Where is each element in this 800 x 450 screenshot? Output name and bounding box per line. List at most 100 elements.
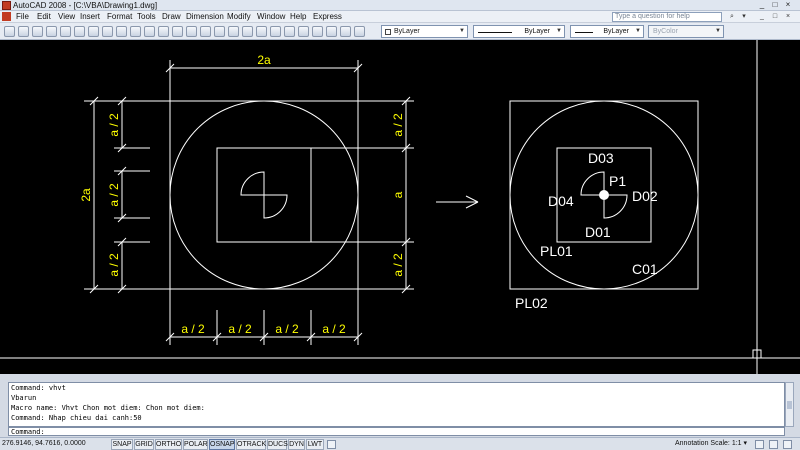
preview-icon[interactable] xyxy=(74,26,85,37)
lineweight-control[interactable]: ByLayer ▼ xyxy=(570,25,644,38)
menu-dimension[interactable]: Dimension xyxy=(186,11,224,23)
save-icon[interactable] xyxy=(46,26,57,37)
zoom-realtime-icon[interactable] xyxy=(200,26,211,37)
label-d04: D04 xyxy=(548,193,574,209)
undo-icon[interactable] xyxy=(158,26,169,37)
properties-icon[interactable] xyxy=(242,26,253,37)
help-search-input[interactable]: Type a question for help xyxy=(612,12,722,22)
command-history-line: Command: vhvt xyxy=(11,384,66,392)
transform-arrow-head xyxy=(465,201,479,209)
color-control[interactable]: ByLayer ▼ xyxy=(381,25,468,38)
dim-right-text-2: a xyxy=(391,191,405,198)
qnew-icon[interactable] xyxy=(18,26,29,37)
command-prompt: Command: xyxy=(11,428,45,436)
plot-style-control[interactable]: ByColor ▼ xyxy=(648,25,724,38)
drawing-svg: 2a 2a a / 2 a / 2 a / 2 a / 2 a a / 2 a … xyxy=(0,40,800,374)
linetype-control[interactable]: ByLayer ▼ xyxy=(473,25,565,38)
redo-icon[interactable] xyxy=(172,26,183,37)
help-icon[interactable] xyxy=(354,26,365,37)
autocad-app-icon[interactable] xyxy=(2,1,11,10)
menu-tools[interactable]: Tools xyxy=(137,11,156,23)
menu-file[interactable]: File xyxy=(16,11,29,23)
doc-close-button[interactable]: × xyxy=(783,12,793,22)
scrollbar-thumb[interactable] xyxy=(787,401,792,409)
lock-icon[interactable] xyxy=(769,440,778,449)
annotation-scale[interactable]: Annotation Scale: 1:1 ▾ xyxy=(675,438,747,450)
clean-screen-icon[interactable] xyxy=(783,440,792,449)
design-center-icon[interactable] xyxy=(256,26,267,37)
new-icon[interactable] xyxy=(4,26,15,37)
window-title: AutoCAD 2008 - [C:\VBA\Drawing1.dwg] xyxy=(13,1,158,10)
command-history-line: Macro name: Vhvt Chon mot diem: Chon mot… xyxy=(11,404,205,412)
matchprop-icon[interactable] xyxy=(144,26,155,37)
close-button[interactable]: × xyxy=(783,0,793,10)
label-d03: D03 xyxy=(588,150,614,166)
sheet-set-icon[interactable] xyxy=(284,26,295,37)
zoom-window-icon[interactable] xyxy=(214,26,225,37)
linetype-control-value: ByLayer xyxy=(524,28,550,35)
document-icon[interactable] xyxy=(2,12,11,21)
chevron-down-icon: ▼ xyxy=(715,28,721,34)
copy-icon[interactable] xyxy=(116,26,127,37)
label-pl02: PL02 xyxy=(515,295,548,311)
paste-icon[interactable] xyxy=(130,26,141,37)
publish-icon[interactable] xyxy=(88,26,99,37)
dim-left-text-3: a / 2 xyxy=(107,253,121,277)
menu-help[interactable]: Help xyxy=(290,11,306,23)
grid-toggle[interactable]: GRID xyxy=(134,439,154,450)
block-editor-icon[interactable] xyxy=(326,26,337,37)
help-dropdown-icon[interactable]: ▾ xyxy=(739,12,749,22)
zoom-previous-icon[interactable] xyxy=(228,26,239,37)
command-input[interactable]: Command: xyxy=(8,427,785,436)
transform-arrow-head xyxy=(465,195,479,203)
label-d01: D01 xyxy=(585,224,611,240)
model-icon[interactable] xyxy=(327,440,336,449)
drawing-canvas[interactable]: 2a 2a a / 2 a / 2 a / 2 a / 2 a a / 2 a … xyxy=(0,40,800,374)
menu-draw[interactable]: Draw xyxy=(162,11,181,23)
tool-palettes-icon[interactable] xyxy=(270,26,281,37)
menu-modify[interactable]: Modify xyxy=(227,11,251,23)
command-scrollbar[interactable] xyxy=(785,382,794,427)
standard-toolbar: ByLayer ▼ ByLayer ▼ ByLayer ▼ ByColor ▼ xyxy=(0,23,800,40)
doc-minimize-button[interactable]: _ xyxy=(757,12,767,22)
maximize-button[interactable]: □ xyxy=(770,0,780,10)
annotation-visibility-icon[interactable] xyxy=(755,440,764,449)
label-c01: C01 xyxy=(632,261,658,277)
menu-bar: File Edit View Insert Format Tools Draw … xyxy=(0,11,800,23)
menu-view[interactable]: View xyxy=(58,11,75,23)
open-icon[interactable] xyxy=(32,26,43,37)
annotation-scale-value: 1:1 xyxy=(731,440,742,447)
dyn-toggle[interactable]: DYN xyxy=(288,439,305,450)
dim-left-outer-text: 2a xyxy=(79,188,93,202)
pan-icon[interactable] xyxy=(186,26,197,37)
label-d02: D02 xyxy=(632,188,658,204)
layer-icon[interactable] xyxy=(340,26,351,37)
coordinate-readout[interactable]: 276.9146, 94.7616, 0.0000 xyxy=(2,438,86,450)
doc-restore-button[interactable]: □ xyxy=(770,12,780,22)
minimize-button[interactable]: _ xyxy=(757,0,767,10)
ortho-toggle[interactable]: ORTHO xyxy=(155,439,182,450)
otrack-toggle[interactable]: OTRACK xyxy=(236,439,266,450)
chevron-down-icon: ▼ xyxy=(459,28,465,34)
ducs-toggle[interactable]: DUCS xyxy=(267,439,288,450)
snap-toggle[interactable]: SNAP xyxy=(111,439,133,450)
menu-format[interactable]: Format xyxy=(107,11,132,23)
menu-edit[interactable]: Edit xyxy=(37,11,51,23)
lwt-toggle[interactable]: LWT xyxy=(306,439,324,450)
menu-insert[interactable]: Insert xyxy=(80,11,100,23)
menu-express[interactable]: Express xyxy=(313,11,342,23)
polar-toggle[interactable]: POLAR xyxy=(183,439,208,450)
dim-left-text-2: a / 2 xyxy=(107,183,121,207)
search-icon[interactable]: ⌕ xyxy=(727,12,737,22)
markup-icon[interactable] xyxy=(298,26,309,37)
dim-top-text: 2a xyxy=(257,53,271,67)
plot-icon[interactable] xyxy=(60,26,71,37)
quickcalc-icon[interactable] xyxy=(312,26,323,37)
left-quadrant-top-left xyxy=(240,171,265,196)
dim-bottom-text-2: a / 2 xyxy=(228,322,252,336)
command-history[interactable]: Command: vhvt Vbarun Macro name: Vhvt Ch… xyxy=(8,382,785,427)
chevron-down-icon: ▼ xyxy=(635,28,641,34)
menu-window[interactable]: Window xyxy=(257,11,285,23)
osnap-toggle[interactable]: OSNAP xyxy=(209,439,235,450)
cut-icon[interactable] xyxy=(102,26,113,37)
